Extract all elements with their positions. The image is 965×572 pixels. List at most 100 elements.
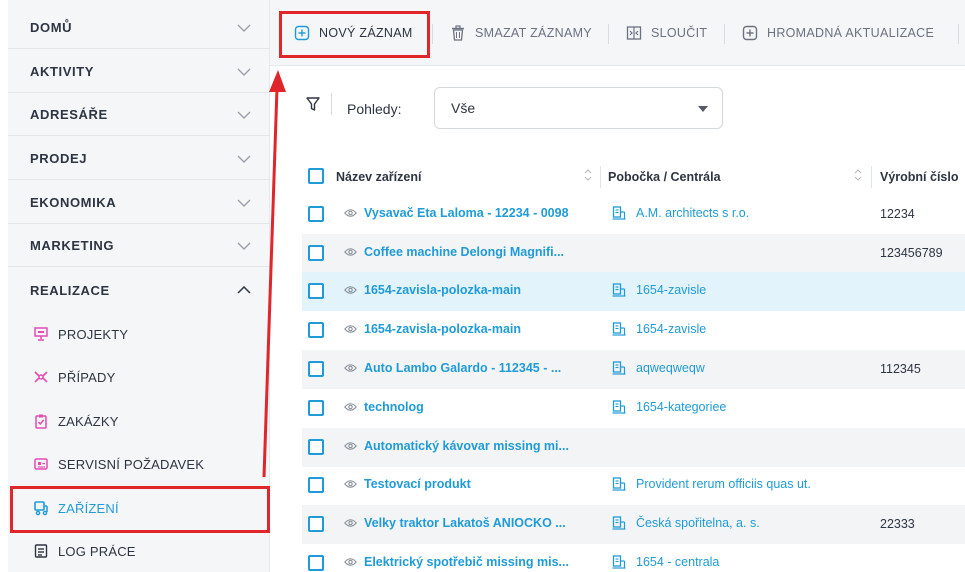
- row-checkbox[interactable]: [308, 516, 324, 532]
- nav-domu[interactable]: DOMŮ: [8, 7, 270, 49]
- branch-link[interactable]: Provident rerum officiis quas ut.: [612, 477, 811, 491]
- delete-records-label: SMAZAT ZÁZNAMY: [475, 26, 592, 40]
- sidebar-item-log-prace[interactable]: LOG PRÁCE: [8, 530, 270, 572]
- device-name-link[interactable]: Velky traktor Lakatoš ANIOCKO ...: [344, 516, 566, 530]
- device-name-text: 1654-zavisla-polozka-main: [364, 322, 522, 336]
- table-row[interactable]: Auto Lambo Galardo - 112345 - ... aqweqwe…: [302, 350, 965, 389]
- merge-button[interactable]: SLOUČIT: [626, 18, 707, 48]
- device-name-text: Elektrický spotřebič missing mis...: [364, 555, 569, 569]
- building-icon: [612, 555, 626, 569]
- nav-adresare[interactable]: ADRESÁŘE: [8, 94, 270, 136]
- plus-circle-icon: [294, 25, 310, 41]
- sidebar-item-zarizeni[interactable]: ZAŘÍZENÍ: [8, 487, 270, 529]
- device-name-link[interactable]: technolog: [344, 400, 424, 414]
- device-name-link[interactable]: Coffee machine Delongi Magnifi...: [344, 245, 564, 259]
- work-log-icon: [32, 542, 50, 560]
- sidebar-item-projekty[interactable]: PROJEKTY: [8, 313, 270, 355]
- table-row[interactable]: Vysavač Eta Laloma - 12234 - 0098 A.M. ar…: [302, 195, 965, 234]
- sidebar-item-label: ZAŘÍZENÍ: [58, 500, 119, 516]
- eye-icon[interactable]: [344, 285, 357, 295]
- column-header-serial[interactable]: Výrobní číslo: [880, 170, 959, 184]
- bulk-update-label: HROMADNÁ AKTUALIZACE: [767, 26, 935, 40]
- table-row[interactable]: Velky traktor Lakatoš ANIOCKO ... Česká s…: [302, 505, 965, 544]
- branch-link[interactable]: A.M. architects s r.o.: [612, 206, 749, 220]
- table-row[interactable]: 1654-zavisla-polozka-main 1654-zavisle: [302, 311, 965, 350]
- table-row[interactable]: Automatický kávovar missing mi...: [302, 428, 965, 467]
- eye-icon[interactable]: [344, 518, 357, 528]
- row-checkbox[interactable]: [308, 555, 324, 571]
- sidebar-item-pripady[interactable]: PŘÍPADY: [8, 356, 270, 398]
- row-checkbox[interactable]: [308, 361, 324, 377]
- branch-link[interactable]: 1654-zavisle: [612, 283, 706, 297]
- eye-icon[interactable]: [344, 247, 357, 257]
- row-checkbox[interactable]: [308, 245, 324, 261]
- eye-icon[interactable]: [344, 479, 357, 489]
- eye-icon[interactable]: [344, 557, 357, 567]
- chevron-down-icon: [237, 24, 251, 32]
- table-row[interactable]: Coffee machine Delongi Magnifi... 1234567…: [302, 234, 965, 273]
- nav-prodej[interactable]: PRODEJ: [8, 138, 270, 180]
- nav-label: DOMŮ: [30, 20, 73, 35]
- views-select[interactable]: Vše: [434, 87, 723, 129]
- row-checkbox[interactable]: [308, 283, 324, 299]
- building-icon: [612, 322, 626, 336]
- column-header-name[interactable]: Název zařízení: [336, 170, 421, 184]
- nav-aktivity[interactable]: AKTIVITY: [8, 51, 270, 93]
- branch-link[interactable]: 1654-zavisle: [612, 322, 706, 336]
- row-checkbox[interactable]: [308, 477, 324, 493]
- bulk-update-button[interactable]: HROMADNÁ AKTUALIZACE: [742, 18, 934, 48]
- nav-label: EKONOMIKA: [30, 195, 117, 210]
- row-checkbox[interactable]: [308, 439, 324, 455]
- branch-link[interactable]: 1654 - centrala: [612, 555, 719, 569]
- eye-icon[interactable]: [344, 363, 357, 373]
- new-record-button[interactable]: NOVÝ ZÁZNAM: [294, 18, 413, 48]
- nav-label: PRODEJ: [30, 151, 88, 166]
- device-name-text: Automatický kávovar missing mi...: [364, 439, 569, 453]
- branch-link[interactable]: aqweqweqw: [612, 361, 705, 375]
- sort-icon[interactable]: [854, 167, 862, 183]
- device-name-text: Auto Lambo Galardo - 112345 - ...: [364, 361, 562, 375]
- device-name-link[interactable]: 1654-zavisla-polozka-main: [344, 283, 521, 297]
- nav-label: REALIZACE: [30, 282, 110, 298]
- table-row[interactable]: Testovací produkt Provident rerum officii…: [302, 466, 965, 505]
- nav-label: ADRESÁŘE: [30, 107, 108, 122]
- sidebar-item-zakazky[interactable]: ZAKÁZKY: [8, 400, 270, 442]
- chevron-down-icon: [237, 242, 251, 250]
- device-name-link[interactable]: Vysavač Eta Laloma - 12234 - 0098: [344, 206, 569, 220]
- filter-icon[interactable]: [306, 96, 320, 112]
- device-icon: [32, 499, 50, 517]
- nav-realizace[interactable]: REALIZACE: [8, 269, 270, 311]
- eye-icon[interactable]: [344, 324, 357, 334]
- eye-icon[interactable]: [344, 441, 357, 451]
- eye-icon[interactable]: [344, 208, 357, 218]
- column-header-branch[interactable]: Pobočka / Centrála: [608, 170, 721, 184]
- nav-label: AKTIVITY: [30, 64, 95, 79]
- sidebar-item-servisni-pozadavek[interactable]: SERVISNÍ POŽADAVEK: [8, 443, 270, 485]
- select-all-checkbox[interactable]: [308, 168, 324, 184]
- table-row[interactable]: 1654-zavisla-polozka-main 1654-zavisle: [302, 272, 965, 311]
- sidebar-item-label: ZAKÁZKY: [58, 413, 119, 429]
- nav-marketing[interactable]: MARKETING: [8, 225, 270, 267]
- table-header: Název zařízení Pobočka / Centrála Výrobn…: [302, 158, 965, 194]
- projector-icon: [32, 325, 50, 343]
- delete-records-button[interactable]: SMAZAT ZÁZNAMY: [450, 18, 592, 48]
- branch-link[interactable]: 1654-kategoriee: [612, 400, 726, 414]
- row-checkbox[interactable]: [308, 322, 324, 338]
- device-name-link[interactable]: Testovací produkt: [344, 477, 471, 491]
- row-checkbox[interactable]: [308, 206, 324, 222]
- row-checkbox[interactable]: [308, 400, 324, 416]
- device-name-link[interactable]: Elektrický spotřebič missing mis...: [344, 555, 569, 569]
- device-name-text: Testovací produkt: [364, 477, 471, 491]
- nav-label: MARKETING: [30, 238, 115, 253]
- eye-icon[interactable]: [344, 402, 357, 412]
- sidebar-item-label: LOG PRÁCE: [58, 543, 136, 559]
- device-name-link[interactable]: 1654-zavisla-polozka-main: [344, 322, 521, 336]
- table-row[interactable]: Elektrický spotřebič missing mis... 1654 …: [302, 544, 965, 572]
- sort-icon[interactable]: [584, 167, 592, 183]
- branch-link[interactable]: Česká spořitelna, a. s.: [612, 516, 760, 530]
- views-select-value: Vše: [451, 100, 476, 116]
- table-row[interactable]: technolog 1654-kategoriee: [302, 389, 965, 428]
- device-name-link[interactable]: Auto Lambo Galardo - 112345 - ...: [344, 361, 561, 375]
- device-name-link[interactable]: Automatický kávovar missing mi...: [344, 439, 569, 453]
- nav-ekonomika[interactable]: EKONOMIKA: [8, 182, 270, 224]
